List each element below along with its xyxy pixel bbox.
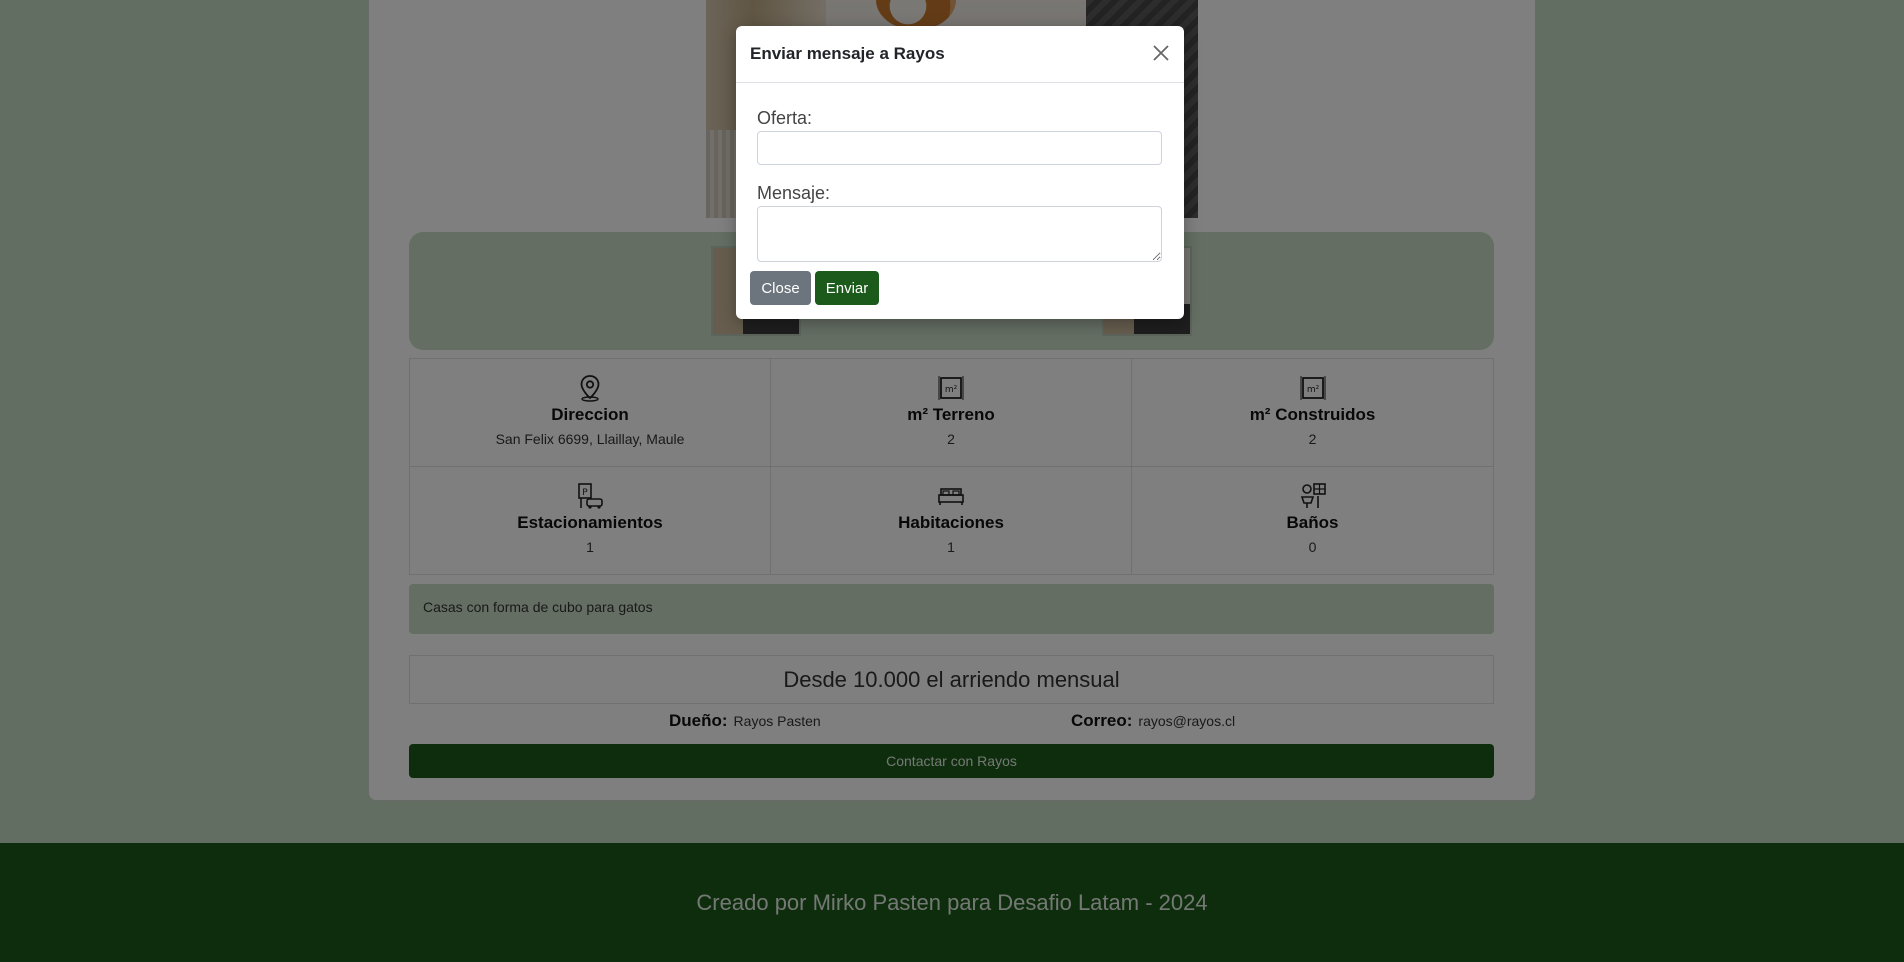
modal-title: Enviar mensaje a Rayos — [750, 44, 945, 63]
mensaje-label: Mensaje: — [757, 183, 831, 203]
oferta-input[interactable] — [757, 131, 1162, 165]
send-message-modal: Enviar mensaje a Rayos Oferta: Mensaje: … — [736, 26, 1184, 319]
close-icon[interactable] — [1150, 42, 1172, 64]
send-button[interactable]: Enviar — [815, 271, 879, 305]
oferta-label: Oferta: — [757, 108, 813, 128]
close-button[interactable]: Close — [750, 271, 811, 305]
mensaje-textarea[interactable] — [757, 206, 1162, 262]
modal-header: Enviar mensaje a Rayos — [736, 26, 1184, 83]
